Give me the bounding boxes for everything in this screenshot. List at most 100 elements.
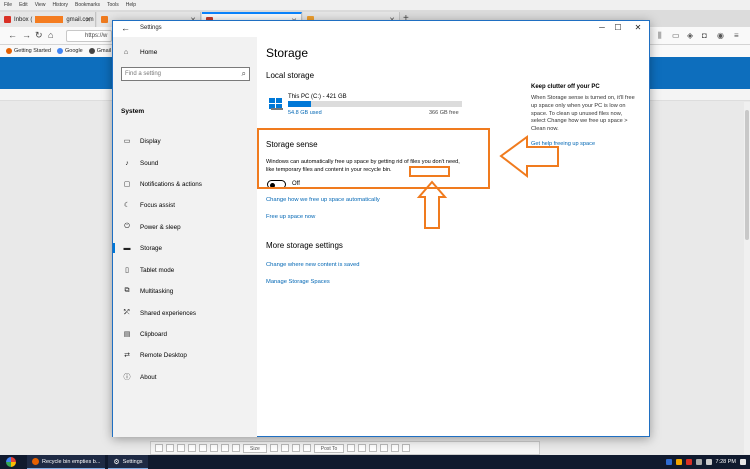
pocket-icon[interactable]: ◉ [717, 31, 724, 40]
sidebar-item-label: Notifications & actions [140, 180, 202, 188]
url-bar[interactable]: https://w [66, 30, 112, 42]
notification-center-icon[interactable] [740, 459, 746, 465]
size-select[interactable]: Size [243, 443, 267, 453]
menu-item-file[interactable]: File [4, 2, 12, 8]
sidebar-icon[interactable]: ▭ [672, 31, 680, 40]
display-icon: ▭ [123, 138, 131, 145]
clock[interactable]: 7:28 PM [716, 459, 736, 465]
change-free-up-link[interactable]: Change how we free up space automaticall… [266, 197, 380, 203]
tray-app-icon[interactable] [675, 459, 682, 465]
italic-button[interactable] [221, 444, 229, 452]
menu-item-tools[interactable]: Tools [107, 2, 119, 8]
sidebar-item-notifications[interactable]: ▢ Notifications & actions [113, 177, 257, 191]
sidebar-item-focus-assist[interactable]: ☾ Focus assist [113, 198, 257, 212]
search-placeholder: Find a setting [125, 71, 162, 77]
shield-icon[interactable]: ◈ [687, 31, 693, 40]
editor-button[interactable] [269, 444, 278, 452]
sidebar-item-label: Multitasking [140, 287, 174, 295]
library-icon[interactable]: ⫼ [658, 31, 662, 41]
volume-icon[interactable] [705, 459, 712, 465]
bold-button[interactable] [210, 444, 218, 452]
settings-main: Storage Local storage This PC (C:) - 421… [257, 37, 650, 437]
start-button[interactable] [0, 455, 22, 469]
menu-item-help[interactable]: Help [126, 2, 136, 8]
drive-name[interactable]: This PC (C:) - 421 GB [288, 94, 347, 100]
bookmark-getting-started[interactable]: Getting Started [6, 48, 51, 54]
sidebar-item-label: About [140, 373, 157, 381]
reload-icon[interactable]: ↻ [35, 30, 43, 41]
forward-arrow-icon[interactable]: → [22, 30, 31, 40]
tray-app-icon[interactable] [685, 459, 692, 465]
editor-button[interactable] [358, 444, 367, 452]
editor-button[interactable] [188, 444, 196, 452]
drive-free-label: 366 GB free [429, 110, 459, 116]
windows-drive-icon [269, 98, 283, 110]
underline-button[interactable] [232, 444, 240, 452]
close-icon[interactable]: ✕ [631, 23, 645, 32]
close-icon[interactable]: ✕ [85, 16, 91, 24]
sidebar-item-multitasking[interactable]: ⧉ Multitasking [113, 284, 257, 298]
system-tray: 7:28 PM [665, 455, 746, 469]
bookmark-gmail[interactable]: Gmail [88, 48, 111, 54]
menu-item-view[interactable]: View [35, 2, 46, 8]
tab-inbox[interactable]: Inbox (gmail.com ✕ [0, 12, 96, 27]
editor-button[interactable] [291, 444, 300, 452]
sidebar-item-clipboard[interactable]: ▤ Clipboard [113, 327, 257, 341]
back-arrow-icon[interactable]: ← [8, 30, 17, 40]
editor-button[interactable] [347, 444, 356, 452]
local-storage-heading: Local storage [266, 71, 315, 80]
annotation-box-storage-sense [257, 128, 490, 189]
search-icon: ⌕ [241, 69, 246, 78]
editor-button[interactable] [369, 444, 378, 452]
minimize-icon[interactable]: ─ [595, 23, 609, 32]
editor-button[interactable] [155, 444, 163, 452]
editor-button[interactable] [199, 444, 207, 452]
home-icon[interactable]: ⌂ [48, 30, 53, 40]
network-icon[interactable] [695, 459, 702, 465]
sidebar-item-about[interactable]: ⓘ About [113, 370, 257, 384]
change-where-saved-link[interactable]: Change where new content is saved [266, 262, 359, 268]
settings-window: ← Settings ─ ☐ ✕ ⌂ Home Find a setting ⌕… [112, 20, 650, 437]
sidebar-item-power[interactable]: ⏻ Power & sleep [113, 220, 257, 234]
window-title: Settings [140, 25, 162, 31]
get-help-link[interactable]: Get help freeing up space [531, 141, 595, 147]
sidebar-item-label: Tablet mode [140, 266, 175, 274]
home-icon: ⌂ [123, 49, 129, 56]
maximize-icon[interactable]: ☐ [611, 23, 625, 32]
hamburger-menu-icon[interactable]: ≡ [734, 31, 739, 40]
firefox-menubar: File Edit View History Bookmarks Tools Help [0, 0, 750, 10]
menu-item-bookmarks[interactable]: Bookmarks [75, 2, 100, 8]
menu-item-history[interactable]: History [52, 2, 68, 8]
editor-button[interactable] [177, 444, 185, 452]
menu-item-edit[interactable]: Edit [19, 2, 28, 8]
drive-usage-bar[interactable] [288, 101, 462, 107]
sidebar-item-remote-desktop[interactable]: ⇄ Remote Desktop [113, 348, 257, 362]
sidebar-item-tablet[interactable]: ▯ Tablet mode [113, 263, 257, 277]
manage-storage-spaces-link[interactable]: Manage Storage Spaces [266, 279, 330, 285]
sidebar-item-shared[interactable]: ⤱ Shared experiences [113, 306, 257, 320]
page-scrollbar-thumb[interactable] [745, 110, 749, 240]
editor-button[interactable] [166, 444, 174, 452]
right-panel-text: When Storage sense is turned on, it'll f… [531, 95, 635, 133]
sidebar-item-sound[interactable]: ♪ Sound [113, 156, 257, 170]
editor-button[interactable] [402, 444, 411, 452]
post-to-select[interactable]: Post To [313, 443, 345, 453]
taskbar-item-firefox[interactable]: Recycle bin empties b... [27, 455, 106, 469]
extension-icon[interactable]: ◘ [702, 31, 707, 40]
editor-button[interactable] [380, 444, 389, 452]
editor-button[interactable] [280, 444, 289, 452]
find-setting-input[interactable]: Find a setting ⌕ [121, 67, 250, 81]
editor-button[interactable] [391, 444, 400, 452]
free-up-now-link[interactable]: Free up space now [266, 214, 315, 220]
taskbar-item-label: Recycle bin empties b... [42, 458, 101, 465]
taskbar-item-label: Settings [122, 458, 143, 465]
taskbar-item-settings[interactable]: ⚙ Settings [108, 455, 148, 469]
sidebar-item-storage[interactable]: ▬ Storage [113, 241, 257, 255]
drive-used-label: 54.8 GB used [288, 110, 322, 116]
sidebar-item-display[interactable]: ▭ Display [113, 134, 257, 148]
back-arrow-icon[interactable]: ← [121, 23, 130, 33]
editor-button[interactable] [302, 444, 311, 452]
sidebar-item-home[interactable]: ⌂ Home [121, 49, 157, 56]
bookmark-google[interactable]: Google [57, 48, 83, 54]
tray-app-icon[interactable] [665, 459, 672, 465]
